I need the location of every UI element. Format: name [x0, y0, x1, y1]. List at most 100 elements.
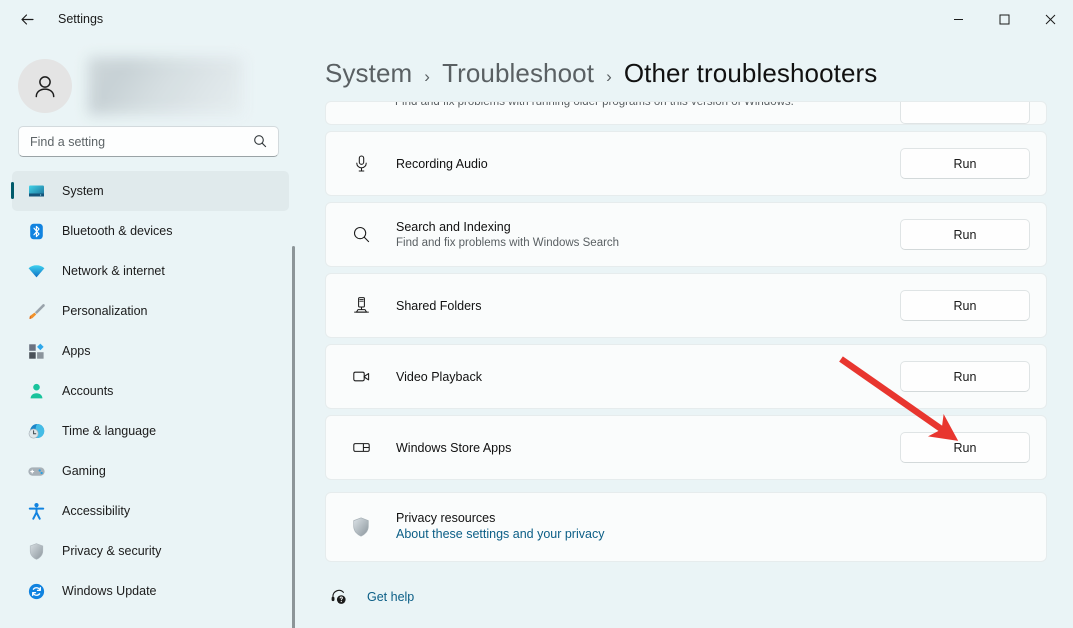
row-text: Search and Indexing Find and fix problem… [396, 220, 900, 249]
search-icon [346, 225, 376, 244]
shared-folders-icon [346, 296, 376, 315]
row-text: Shared Folders [396, 299, 900, 313]
sidebar-item-label: Gaming [62, 464, 106, 478]
sidebar-item-accounts[interactable]: Accounts [12, 371, 289, 411]
search-container [0, 120, 297, 157]
sidebar-item-label: Bluetooth & devices [62, 224, 173, 238]
apps-icon [26, 341, 46, 361]
page-title: Other troubleshooters [623, 58, 878, 88]
user-profile[interactable] [0, 38, 297, 120]
minimize-icon [953, 18, 963, 20]
run-button-video-playback[interactable]: Run [900, 361, 1030, 392]
privacy-resources-card[interactable]: Privacy resources About these settings a… [325, 492, 1047, 562]
sidebar-item-label: Time & language [62, 424, 157, 438]
help-headset-icon [327, 588, 351, 606]
sidebar-item-label: Privacy & security [62, 544, 162, 558]
sidebar-item-label: Apps [62, 344, 91, 358]
troubleshooter-row: Recording Audio Run [325, 131, 1047, 196]
sidebar-item-label: Accounts [62, 384, 114, 398]
avatar [18, 59, 72, 113]
person-icon [26, 381, 46, 401]
minimize-button[interactable] [935, 0, 981, 38]
back-button[interactable] [10, 4, 44, 34]
title-bar: Settings [0, 0, 1073, 38]
sidebar-item-label: Windows Update [62, 584, 157, 598]
troubleshooter-row: Shared Folders Run [325, 273, 1047, 338]
account-name-redacted [88, 57, 243, 115]
breadcrumb-separator: › [424, 67, 431, 86]
clock-globe-icon [26, 421, 46, 441]
sidebar-item-label: Accessibility [62, 504, 131, 518]
run-button-shared-folders[interactable]: Run [900, 290, 1030, 321]
maximize-button[interactable] [981, 0, 1027, 38]
sidebar-item-time-language[interactable]: Time & language [12, 411, 289, 451]
breadcrumb-troubleshoot[interactable]: Troubleshoot [442, 58, 594, 89]
sidebar-item-label: Network & internet [62, 264, 165, 278]
troubleshooter-row: Search and Indexing Find and fix problem… [325, 202, 1047, 267]
sidebar-item-privacy-security[interactable]: Privacy & security [12, 531, 289, 571]
close-button[interactable] [1027, 0, 1073, 38]
search-icon [253, 134, 267, 153]
privacy-title: Privacy resources [396, 511, 496, 525]
monitor-icon [26, 181, 46, 201]
sidebar-item-windows-update[interactable]: Windows Update [12, 571, 289, 611]
paintbrush-icon [26, 301, 46, 321]
search-input[interactable] [19, 127, 234, 156]
run-button-recording-audio[interactable]: Run [900, 148, 1030, 179]
microphone-icon [346, 154, 376, 173]
sidebar-item-label: Personalization [62, 304, 148, 318]
breadcrumb-system[interactable]: System [325, 58, 412, 89]
sidebar-item-network-internet[interactable]: Network & internet [12, 251, 289, 291]
accessibility-icon [26, 501, 46, 521]
wifi-icon [26, 261, 46, 281]
search-box[interactable] [18, 126, 279, 157]
gamepad-icon [26, 461, 46, 481]
sidebar-item-apps[interactable]: Apps [12, 331, 289, 371]
bluetooth-icon [26, 221, 46, 241]
row-title: Shared Folders [396, 298, 482, 313]
video-camera-icon [346, 367, 376, 386]
troubleshooter-row: Video Playback Run [325, 344, 1047, 409]
store-apps-icon [346, 438, 376, 457]
breadcrumb-separator: › [606, 67, 612, 86]
shield-icon [346, 516, 376, 538]
row-subtitle: Find and fix problems with Windows Searc… [396, 237, 620, 249]
clipped-run-button[interactable] [900, 102, 1030, 124]
sidebar: System Bluetooth & devices [0, 38, 297, 628]
shield-icon [26, 541, 46, 561]
privacy-link[interactable]: About these settings and your privacy [396, 527, 604, 541]
row-text: Video Playback [396, 370, 900, 384]
run-button-windows-store-apps[interactable]: Run [900, 432, 1030, 463]
sidebar-item-gaming[interactable]: Gaming [12, 451, 289, 491]
window-title: Settings [58, 12, 104, 26]
settings-window: Settings Find a setting System Bluetooth… [0, 0, 1073, 628]
content-area: System › Troubleshoot › Other troublesho… [297, 38, 1073, 628]
back-arrow-icon [20, 13, 34, 25]
troubleshooter-row: Windows Store Apps Run [325, 415, 1047, 480]
row-title: Windows Store Apps [396, 440, 512, 455]
sidebar-scrollbar[interactable] [292, 246, 295, 628]
row-text: Privacy resources About these settings a… [396, 511, 1030, 543]
maximize-icon [999, 14, 1009, 24]
sidebar-item-accessibility[interactable]: Accessibility [12, 491, 289, 531]
row-text: Windows Store Apps [396, 441, 900, 455]
close-icon [1045, 14, 1055, 24]
sidebar-item-bluetooth-devices[interactable]: Bluetooth & devices [12, 211, 289, 251]
update-icon [26, 581, 46, 601]
clipped-row-subtitle: Find and fix problems with running older… [395, 101, 794, 108]
row-title: Search and Indexing [396, 220, 511, 234]
get-help-link[interactable]: Get help [327, 588, 1047, 606]
troubleshooter-row-clipped: Find and fix problems with running older… [325, 101, 1047, 125]
window-controls [935, 0, 1073, 38]
troubleshooter-list: Find and fix problems with running older… [325, 101, 1047, 628]
run-button-search-and-indexing[interactable]: Run [900, 219, 1030, 250]
breadcrumb: System › Troubleshoot › Other troublesho… [297, 38, 1073, 89]
sidebar-item-label: System [62, 184, 104, 198]
row-title: Recording Audio [396, 156, 488, 171]
sidebar-nav: System Bluetooth & devices Network & int… [0, 171, 297, 611]
sidebar-item-personalization[interactable]: Personalization [12, 291, 289, 331]
sidebar-item-system[interactable]: System [11, 171, 289, 211]
person-icon [35, 76, 55, 98]
get-help-label: Get help [367, 590, 415, 604]
row-title: Video Playback [396, 369, 482, 384]
